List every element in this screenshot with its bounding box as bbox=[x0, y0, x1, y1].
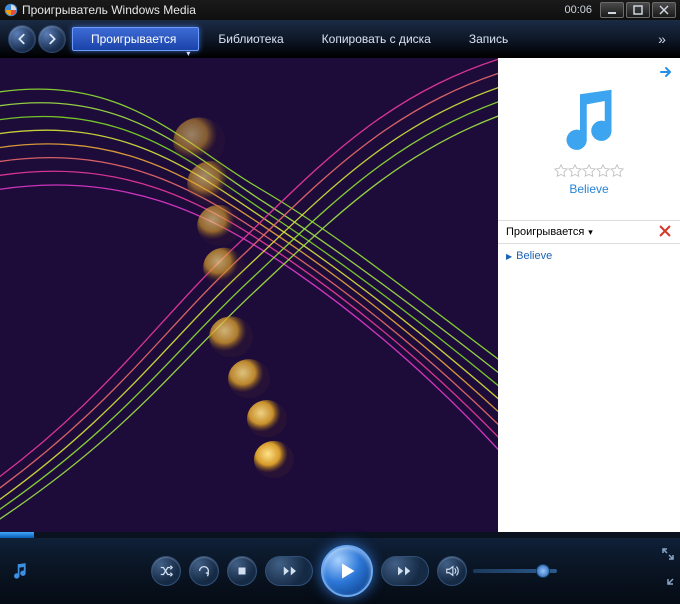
chevron-down-icon: ▾ bbox=[588, 227, 593, 238]
maximize-button[interactable] bbox=[626, 2, 650, 18]
window-title: Проигрыватель Windows Media bbox=[22, 3, 196, 17]
album-art-panel: Believe bbox=[498, 58, 680, 220]
volume-knob[interactable] bbox=[536, 564, 550, 578]
main-area: Believe Проигрывается ▾ ▶ Believe bbox=[0, 58, 680, 532]
title-bar: Проигрыватель Windows Media 00:06 bbox=[0, 0, 680, 20]
compact-mode-button[interactable] bbox=[662, 577, 674, 595]
playlist-label: Проигрывается bbox=[506, 226, 584, 238]
nav-toolbar: Проигрывается Библиотека Копировать с ди… bbox=[0, 20, 680, 58]
playlist-item[interactable]: ▶ Believe bbox=[506, 248, 672, 264]
tab-rip[interactable]: Копировать с диска bbox=[303, 27, 450, 51]
play-indicator-icon: ▶ bbox=[506, 252, 512, 261]
fullscreen-button[interactable] bbox=[662, 547, 674, 565]
app-icon bbox=[4, 3, 18, 17]
rating-stars[interactable] bbox=[554, 164, 624, 178]
playlist: ▶ Believe bbox=[498, 244, 680, 532]
shuffle-button[interactable] bbox=[151, 556, 181, 586]
clear-playlist-button[interactable] bbox=[658, 224, 672, 241]
playlist-item-title: Believe bbox=[516, 250, 552, 262]
tab-library[interactable]: Библиотека bbox=[199, 27, 302, 51]
now-playing-glyph[interactable] bbox=[10, 561, 30, 581]
music-note-icon bbox=[553, 83, 625, 160]
visualization-pane bbox=[0, 58, 498, 532]
close-button[interactable] bbox=[652, 2, 676, 18]
tab-now-playing[interactable]: Проигрывается bbox=[72, 27, 199, 51]
mute-button[interactable] bbox=[437, 556, 467, 586]
collapse-sidebar-button[interactable] bbox=[658, 64, 674, 85]
tab-burn[interactable]: Запись bbox=[450, 27, 527, 51]
back-button[interactable] bbox=[8, 25, 36, 53]
previous-button[interactable] bbox=[265, 556, 313, 586]
stop-button[interactable] bbox=[227, 556, 257, 586]
playlist-header: Проигрывается ▾ bbox=[498, 220, 680, 244]
volume-slider[interactable] bbox=[473, 569, 557, 573]
tabs-overflow-button[interactable]: » bbox=[652, 31, 672, 47]
playback-controls bbox=[0, 538, 680, 604]
visualization-graphic bbox=[0, 58, 498, 532]
now-playing-sidebar: Believe Проигрывается ▾ ▶ Believe bbox=[498, 58, 680, 532]
playlist-dropdown[interactable]: Проигрывается ▾ bbox=[506, 226, 593, 238]
tabs: Проигрывается Библиотека Копировать с ди… bbox=[72, 20, 646, 57]
app-window: Проигрыватель Windows Media 00:06 Проигр… bbox=[0, 0, 680, 604]
minimize-button[interactable] bbox=[600, 2, 624, 18]
forward-button[interactable] bbox=[38, 25, 66, 53]
album-title[interactable]: Believe bbox=[569, 182, 608, 196]
repeat-button[interactable] bbox=[189, 556, 219, 586]
time-display: 00:06 bbox=[564, 4, 592, 16]
play-button[interactable] bbox=[321, 545, 373, 597]
next-button[interactable] bbox=[381, 556, 429, 586]
